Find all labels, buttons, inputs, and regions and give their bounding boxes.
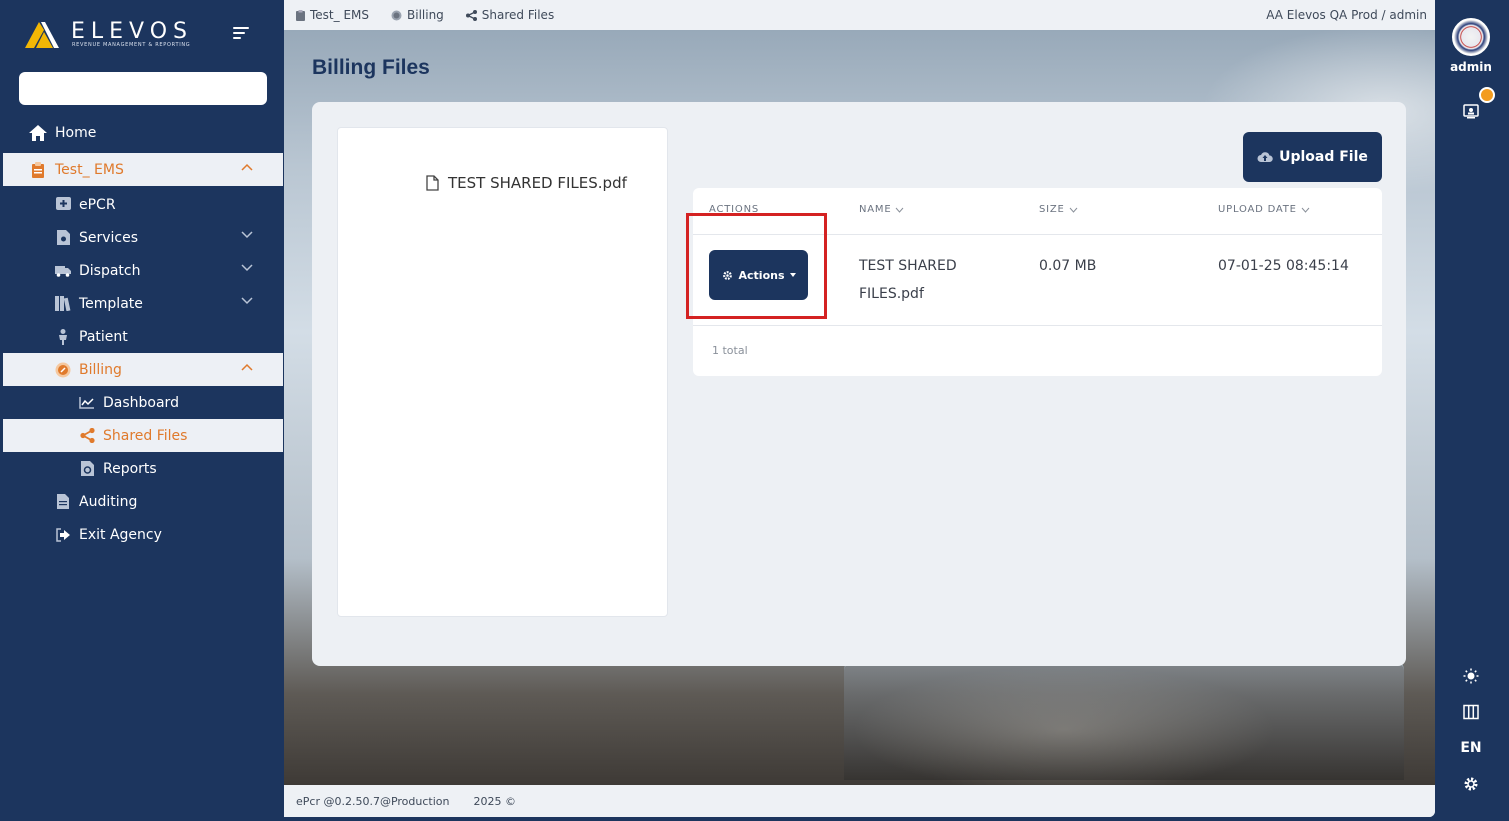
breadcrumb-label: Shared Files [481,8,555,22]
brand-name: ELEVOS [71,19,194,44]
sidebar-item-label: Exit Agency [79,526,162,543]
sidebar-item-dispatch[interactable]: Dispatch [3,254,283,287]
sort-chevron-icon [1069,207,1078,213]
chart-icon [79,395,95,411]
exit-icon [55,527,71,543]
rail-username[interactable]: admin [1436,60,1506,74]
sidebar-item-label: Shared Files [103,427,188,444]
presentation-icon[interactable] [1460,100,1482,122]
files-table: ACTIONS NAME SIZE UPLOAD DATE Actions TE… [686,188,1382,376]
menu-toggle-icon[interactable] [233,27,251,39]
sidebar-item-label: Reports [103,460,157,477]
sidebar-item-patient[interactable]: Patient [3,320,283,353]
highlight-annotation [686,213,827,319]
report-icon [79,461,95,477]
clipboard-icon [296,9,305,21]
sidebar-item-label: Services [79,229,139,246]
file-name: TEST SHARED FILES.pdf [448,174,627,192]
sidebar-item-label: Dispatch [79,262,141,279]
sidebar-item-billing[interactable]: Billing [3,353,283,386]
right-rail: admin EN [1436,0,1509,821]
clipboard-icon [29,161,47,179]
content-panel: TEST SHARED FILES.pdf Upload File ACTION… [312,102,1406,666]
version-label: ePcr @0.2.50.7@Production [296,794,450,808]
template-icon [55,296,71,312]
page-title: Billing Files [312,56,430,79]
column-header-upload-date[interactable]: UPLOAD DATE [1218,204,1310,215]
upload-file-label: Upload File [1279,149,1368,165]
agency-user-label: AA Elevos QA Prod / admin [1266,8,1427,22]
columns-icon[interactable] [1460,701,1482,723]
background-laptop [844,660,1404,780]
main-area: Test_ EMS Billing Shared Files AA Elevos… [284,0,1435,817]
settings-gear-icon[interactable] [1460,773,1482,795]
brand-tagline: REVENUE MANAGEMENT & REPORTING [72,42,191,48]
upload-file-button[interactable]: Upload File [1243,132,1382,182]
cell-upload-date: 07-01-25 08:45:14 [1218,258,1349,274]
services-icon [55,230,71,246]
billing-icon [391,10,402,21]
person-icon [55,328,71,345]
chevron-down-icon [241,231,253,239]
sidebar-item-label: Patient [79,328,128,345]
sidebar-item-exit-agency[interactable]: Exit Agency [3,518,283,551]
avatar[interactable] [1452,18,1490,56]
table-row-divider [693,325,1382,326]
billing-icon [55,362,71,378]
sidebar-item-label: Template [79,295,143,312]
sidebar-item-reports[interactable]: Reports [3,452,283,485]
breadcrumb-item[interactable]: Shared Files [465,8,555,22]
breadcrumb: Test_ EMS Billing Shared Files AA Elevos… [284,0,1435,30]
sidebar-item-dashboard[interactable]: Dashboard [3,386,283,419]
breadcrumb-label: Billing [407,8,444,22]
elevos-logo-icon [25,22,59,48]
copyright-label: 2025 © [473,794,516,808]
notification-badge-icon[interactable] [1479,87,1495,103]
home-icon [29,124,47,142]
language-selector[interactable]: EN [1460,737,1482,759]
sidebar-item-epcr[interactable]: ePCR [3,188,283,221]
sidebar-item-label: Home [55,124,97,141]
breadcrumb-item[interactable]: Test_ EMS [296,8,369,22]
sidebar-item-shared-files[interactable]: Shared Files [3,419,283,452]
sidebar-item-home[interactable]: Home [3,116,283,149]
sort-chevron-icon [895,207,904,213]
share-icon [465,9,477,21]
medical-record-icon [55,197,71,213]
sidebar-item-label: ePCR [79,196,116,213]
sun-icon[interactable] [1460,665,1482,687]
file-list-panel: TEST SHARED FILES.pdf [337,127,668,617]
breadcrumb-label: Test_ EMS [310,8,369,22]
sidebar-search-input[interactable] [19,72,267,105]
sidebar-item-label: Auditing [79,493,138,510]
document-icon [55,494,71,510]
breadcrumb-item[interactable]: Billing [391,8,444,22]
sidebar-item-test-ems[interactable]: Test_ EMS [3,153,283,186]
sidebar-item-auditing[interactable]: Auditing [3,485,283,518]
column-header-name[interactable]: NAME [859,204,904,215]
chevron-up-icon [241,163,253,171]
sort-chevron-icon [1301,207,1310,213]
sidebar-item-services[interactable]: Services [3,221,283,254]
cell-file-name: TEST SHARED FILES.pdf [859,258,957,302]
brand-logo[interactable]: ELEVOS REVENUE MANAGEMENT & REPORTING [23,16,263,52]
cloud-upload-icon [1257,151,1273,163]
cell-file-size: 0.07 MB [1039,258,1097,274]
column-header-size[interactable]: SIZE [1039,204,1078,215]
file-list-item[interactable]: TEST SHARED FILES.pdf [426,174,627,192]
chevron-down-icon [241,264,253,272]
share-icon [79,428,95,444]
footer: ePcr @0.2.50.7@Production 2025 © [284,785,1435,817]
sidebar-item-label: Billing [79,361,122,378]
chevron-up-icon [241,363,253,371]
chevron-down-icon [241,297,253,305]
sidebar-item-label: Dashboard [103,394,179,411]
sidebar-item-label: Test_ EMS [55,161,124,178]
sidebar-item-template[interactable]: Template [3,287,283,320]
file-icon [426,175,439,191]
ambulance-icon [55,263,71,279]
sidebar: ELEVOS REVENUE MANAGEMENT & REPORTING Ho… [3,0,283,821]
table-total-count: 1 total [712,344,748,357]
